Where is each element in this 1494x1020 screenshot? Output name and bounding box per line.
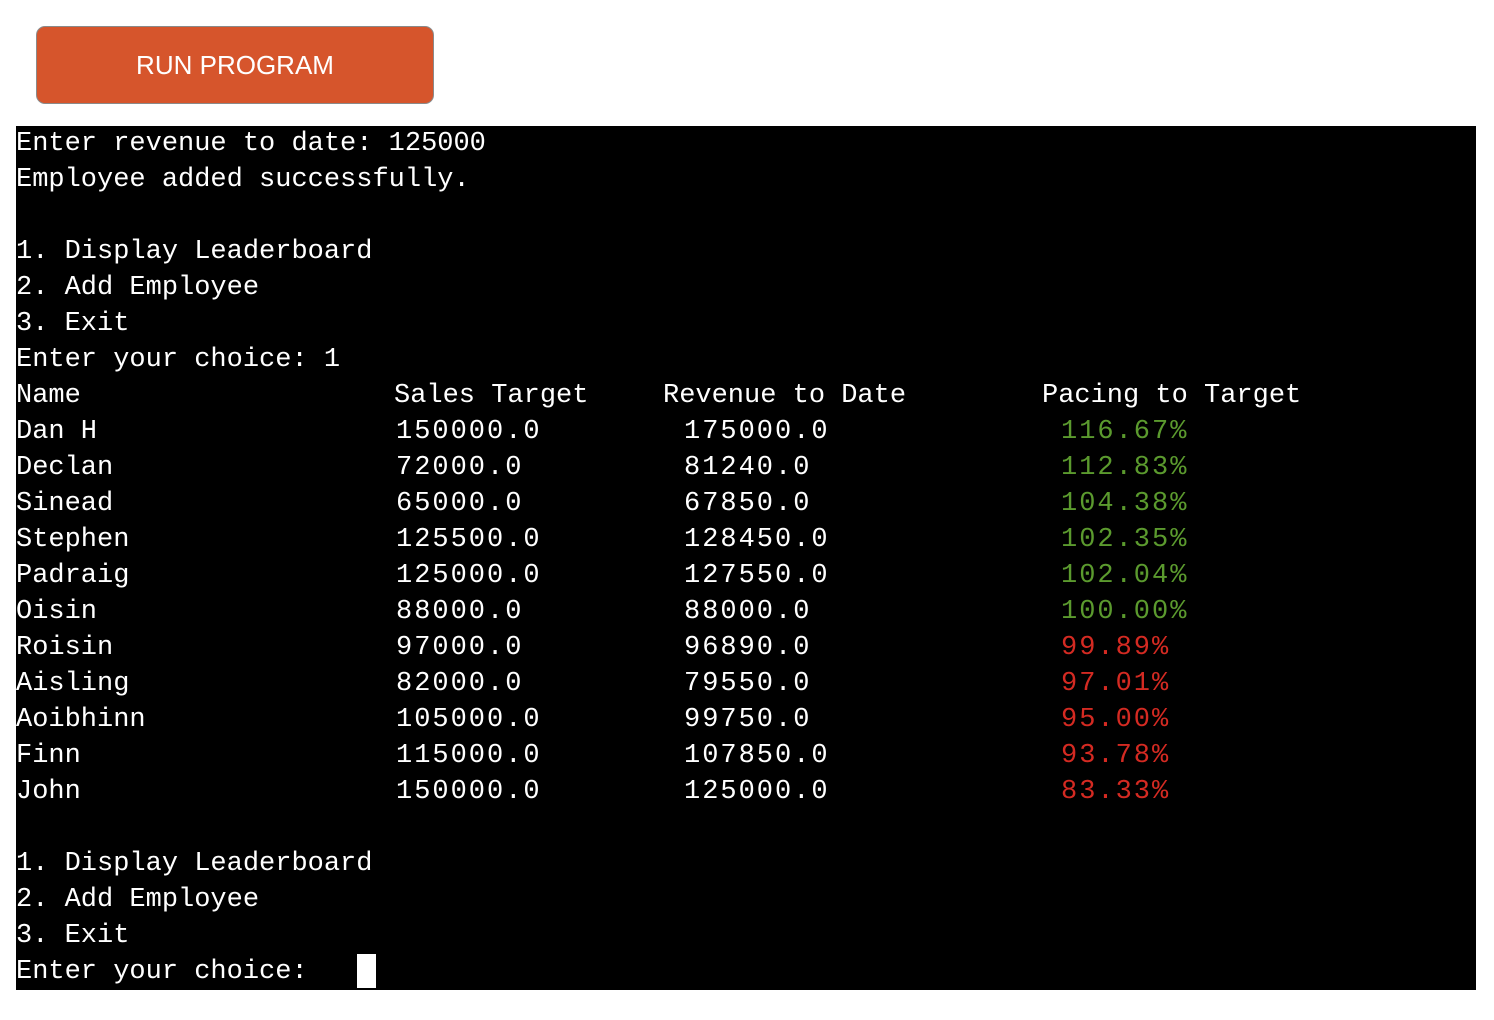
menu-option-add-employee: 2. Add Employee [16,885,260,915]
sales-target-value: 125500.0 [396,525,542,555]
employee-name: Roisin [16,633,114,663]
employee-name: Aoibhinn [16,705,146,735]
sales-target-value: 65000.0 [396,489,524,519]
sales-target-value: 97000.0 [396,633,524,663]
revenue-value: 175000.0 [684,417,830,447]
leaderboard-row: Sinead 65000.0 67850.0 104.38% [16,486,1476,522]
choice-prompt: Enter your choice: [16,957,324,987]
menu-option-display-leaderboard: 1. Display Leaderboard [16,237,373,267]
employee-name: Padraig [16,561,130,591]
menu-option-exit: 3. Exit [16,921,130,951]
employee-name: Declan [16,453,114,483]
header-name: Name [16,381,81,411]
terminal-line: Enter revenue to date: 125000 [16,129,486,159]
revenue-value: 81240.0 [684,453,812,483]
sales-target-value: 88000.0 [396,597,524,627]
leaderboard-header: Name Sales Target Revenue to Date Pacing… [16,378,1476,414]
revenue-value: 79550.0 [684,669,812,699]
employee-name: Finn [16,741,81,771]
pacing-value: 100.00% [1061,597,1189,627]
terminal-output[interactable]: Enter revenue to date: 125000 Employee a… [16,126,1476,990]
pacing-value: 95.00% [1061,705,1171,735]
sales-target-value: 150000.0 [396,417,542,447]
employee-name: Stephen [16,525,130,555]
employee-name: Oisin [16,597,98,627]
leaderboard-row: Oisin 88000.0 88000.0 100.00% [16,594,1476,630]
leaderboard-row: Aoibhinn 105000.0 99750.0 95.00% [16,702,1476,738]
leaderboard-row: Stephen 125500.0 128450.0 102.35% [16,522,1476,558]
pacing-value: 99.89% [1061,633,1171,663]
sales-target-value: 105000.0 [396,705,542,735]
leaderboard-row: Padraig 125000.0 127550.0 102.04% [16,558,1476,594]
run-program-button[interactable]: RUN PROGRAM [36,26,434,104]
employee-name: Aisling [16,669,130,699]
sales-target-value: 72000.0 [396,453,524,483]
leaderboard-row: John 150000.0 125000.0 83.33% [16,774,1476,810]
employee-name: John [16,777,81,807]
pacing-value: 104.38% [1061,489,1189,519]
pacing-value: 83.33% [1061,777,1171,807]
revenue-value: 125000.0 [684,777,830,807]
pacing-value: 93.78% [1061,741,1171,771]
employee-name: Dan H [16,417,98,447]
revenue-value: 107850.0 [684,741,830,771]
revenue-value: 67850.0 [684,489,812,519]
pacing-value: 116.67% [1061,417,1189,447]
revenue-value: 88000.0 [684,597,812,627]
text-cursor[interactable] [357,954,376,988]
leaderboard-row: Dan H 150000.0 175000.0 116.67% [16,414,1476,450]
header-sales-target: Sales Target [394,381,589,411]
revenue-value: 99750.0 [684,705,812,735]
revenue-value: 128450.0 [684,525,830,555]
terminal-line: Employee added successfully. [16,165,470,195]
leaderboard-row: Aisling 82000.0 79550.0 97.01% [16,666,1476,702]
leaderboard-row: Roisin 97000.0 96890.0 99.89% [16,630,1476,666]
leaderboard-row: Finn 115000.0 107850.0 93.78% [16,738,1476,774]
pacing-value: 102.35% [1061,525,1189,555]
pacing-value: 112.83% [1061,453,1189,483]
sales-target-value: 82000.0 [396,669,524,699]
header-revenue-to-date: Revenue to Date [663,381,907,411]
revenue-value: 96890.0 [684,633,812,663]
header-pacing-to-target: Pacing to Target [1042,381,1302,411]
leaderboard-row: Declan 72000.0 81240.0 112.83% [16,450,1476,486]
choice-prompt: Enter your choice: 1 [16,345,341,375]
sales-target-value: 125000.0 [396,561,542,591]
pacing-value: 102.04% [1061,561,1189,591]
revenue-value: 127550.0 [684,561,830,591]
employee-name: Sinead [16,489,114,519]
menu-option-exit: 3. Exit [16,309,130,339]
pacing-value: 97.01% [1061,669,1171,699]
menu-option-display-leaderboard: 1. Display Leaderboard [16,849,373,879]
sales-target-value: 150000.0 [396,777,542,807]
menu-option-add-employee: 2. Add Employee [16,273,260,303]
sales-target-value: 115000.0 [396,741,542,771]
